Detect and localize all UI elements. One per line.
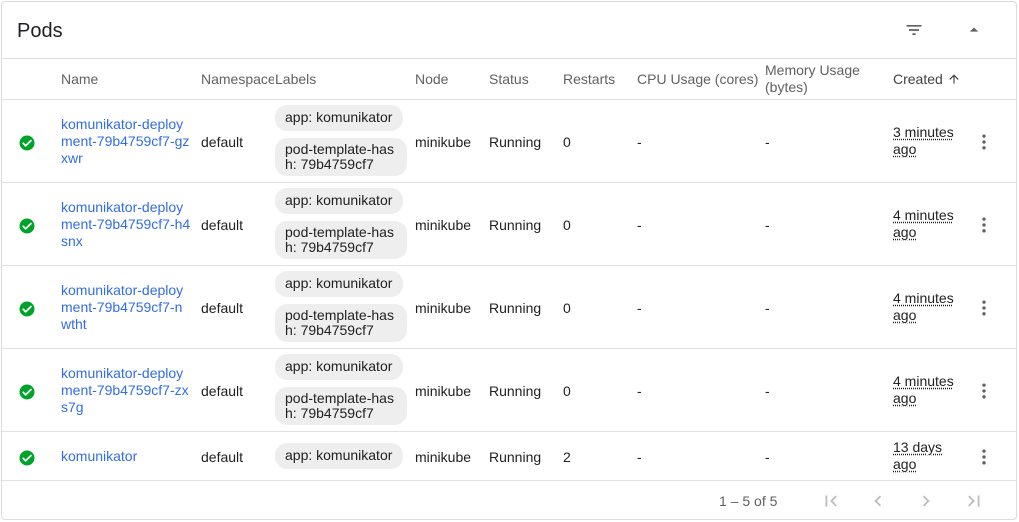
created-cell: 13 days ago [893, 439, 943, 472]
node-cell: minikube [415, 300, 472, 316]
label-chip: app: komunikator [275, 354, 403, 380]
table-row: komunikator default app: komunikator miniku… [2, 432, 1016, 481]
namespace-cell: default [201, 134, 244, 150]
chevron-right-icon [922, 495, 930, 507]
column-header-status[interactable]: Status [489, 71, 559, 87]
chevron-left-icon [874, 495, 882, 507]
column-header-created[interactable]: Created [893, 71, 968, 87]
created-cell: 4 minutes ago [893, 373, 954, 406]
pod-name-link[interactable]: komunikator [61, 448, 191, 465]
status-cell: Running [489, 134, 542, 150]
next-page-button[interactable] [914, 489, 938, 513]
restarts-cell: 0 [563, 300, 571, 316]
label-chip: pod-template-hash: 79b4759cf7 [275, 304, 407, 342]
column-header-restarts[interactable]: Restarts [563, 71, 633, 87]
pods-card: Pods Name Namespace Labels Node Status R… [1, 1, 1017, 520]
created-cell: 4 minutes ago [893, 290, 954, 323]
cpu-usage-cell: - [637, 300, 642, 316]
status-cell: Running [489, 449, 542, 465]
card-header: Pods [2, 2, 1016, 59]
pagination: 1 – 5 of 5 [2, 481, 1016, 519]
node-cell: minikube [415, 383, 472, 399]
column-header-name[interactable]: Name [61, 71, 191, 87]
row-actions-button[interactable] [972, 213, 996, 237]
pagination-range: 1 – 5 of 5 [719, 493, 778, 509]
memory-usage-cell: - [765, 383, 770, 399]
more-vert-icon [982, 134, 986, 150]
check-circle-icon [19, 450, 35, 466]
restarts-cell: 0 [563, 134, 571, 150]
check-circle-icon [19, 135, 35, 151]
more-vert-icon [982, 383, 986, 399]
memory-usage-cell: - [765, 300, 770, 316]
check-circle-icon [19, 384, 35, 400]
table-header: Name Namespace Labels Node Status Restar… [2, 59, 1016, 100]
chevron-up-icon [969, 27, 979, 32]
check-circle-icon [19, 301, 35, 317]
row-actions-button[interactable] [972, 379, 996, 403]
more-vert-icon [982, 449, 986, 465]
last-page-button[interactable] [962, 489, 986, 513]
arrow-up-icon [949, 74, 959, 84]
collapse-button[interactable] [960, 16, 988, 44]
label-chip: pod-template-hash: 79b4759cf7 [275, 138, 407, 176]
restarts-cell: 2 [563, 449, 571, 465]
cpu-usage-cell: - [637, 383, 642, 399]
column-header-labels: Labels [275, 71, 317, 87]
cpu-usage-cell: - [637, 449, 642, 465]
more-vert-icon [982, 300, 986, 316]
label-chip: app: komunikator [275, 443, 403, 469]
status-cell: Running [489, 300, 542, 316]
node-cell: minikube [415, 134, 472, 150]
namespace-cell: default [201, 449, 244, 465]
status-cell: Running [489, 383, 542, 399]
created-cell: 3 minutes ago [893, 124, 954, 157]
label-chip: pod-template-hash: 79b4759cf7 [275, 221, 407, 259]
column-header-created-label: Created [893, 71, 943, 87]
column-header-namespace[interactable]: Namespace [201, 71, 274, 87]
node-cell: minikube [415, 449, 472, 465]
column-header-node[interactable]: Node [415, 71, 485, 87]
label-chip: app: komunikator [275, 188, 403, 214]
pod-name-link[interactable]: komunikator-deployment-79b4759cf7-nwtht [61, 282, 191, 333]
memory-usage-cell: - [765, 449, 770, 465]
column-header-memory: Memory Usage (bytes) [765, 62, 860, 95]
last-page-icon [968, 495, 980, 507]
previous-page-button[interactable] [866, 489, 890, 513]
label-chip: app: komunikator [275, 271, 403, 297]
restarts-cell: 0 [563, 217, 571, 233]
row-actions-button[interactable] [972, 296, 996, 320]
restarts-cell: 0 [563, 383, 571, 399]
namespace-cell: default [201, 383, 244, 399]
filter-button[interactable] [900, 16, 928, 44]
created-cell: 4 minutes ago [893, 207, 954, 240]
memory-usage-cell: - [765, 217, 770, 233]
check-circle-icon [19, 218, 35, 234]
cpu-usage-cell: - [637, 134, 642, 150]
table-row: komunikator-deployment-79b4759cf7-gzxwr d… [2, 100, 1016, 183]
table-row: komunikator-deployment-79b4759cf7-zxs7g d… [2, 349, 1016, 432]
label-chip: app: komunikator [275, 105, 403, 131]
status-cell: Running [489, 217, 542, 233]
label-chip: pod-template-hash: 79b4759cf7 [275, 387, 407, 425]
table-row: komunikator-deployment-79b4759cf7-nwtht d… [2, 266, 1016, 349]
pod-name-link[interactable]: komunikator-deployment-79b4759cf7-gzxwr [61, 116, 191, 167]
first-page-icon [825, 495, 837, 507]
row-actions-button[interactable] [972, 445, 996, 469]
more-vert-icon [982, 217, 986, 233]
table-row: komunikator-deployment-79b4759cf7-h4snx d… [2, 183, 1016, 266]
pod-name-link[interactable]: komunikator-deployment-79b4759cf7-h4snx [61, 199, 191, 250]
card-title: Pods [17, 20, 63, 42]
node-cell: minikube [415, 217, 472, 233]
row-actions-button[interactable] [972, 130, 996, 154]
cpu-usage-cell: - [637, 217, 642, 233]
namespace-cell: default [201, 217, 244, 233]
column-header-cpu: CPU Usage (cores) [637, 71, 759, 87]
first-page-button[interactable] [819, 489, 843, 513]
pod-name-link[interactable]: komunikator-deployment-79b4759cf7-zxs7g [61, 365, 191, 416]
filter-icon [906, 25, 922, 35]
memory-usage-cell: - [765, 134, 770, 150]
namespace-cell: default [201, 300, 244, 316]
